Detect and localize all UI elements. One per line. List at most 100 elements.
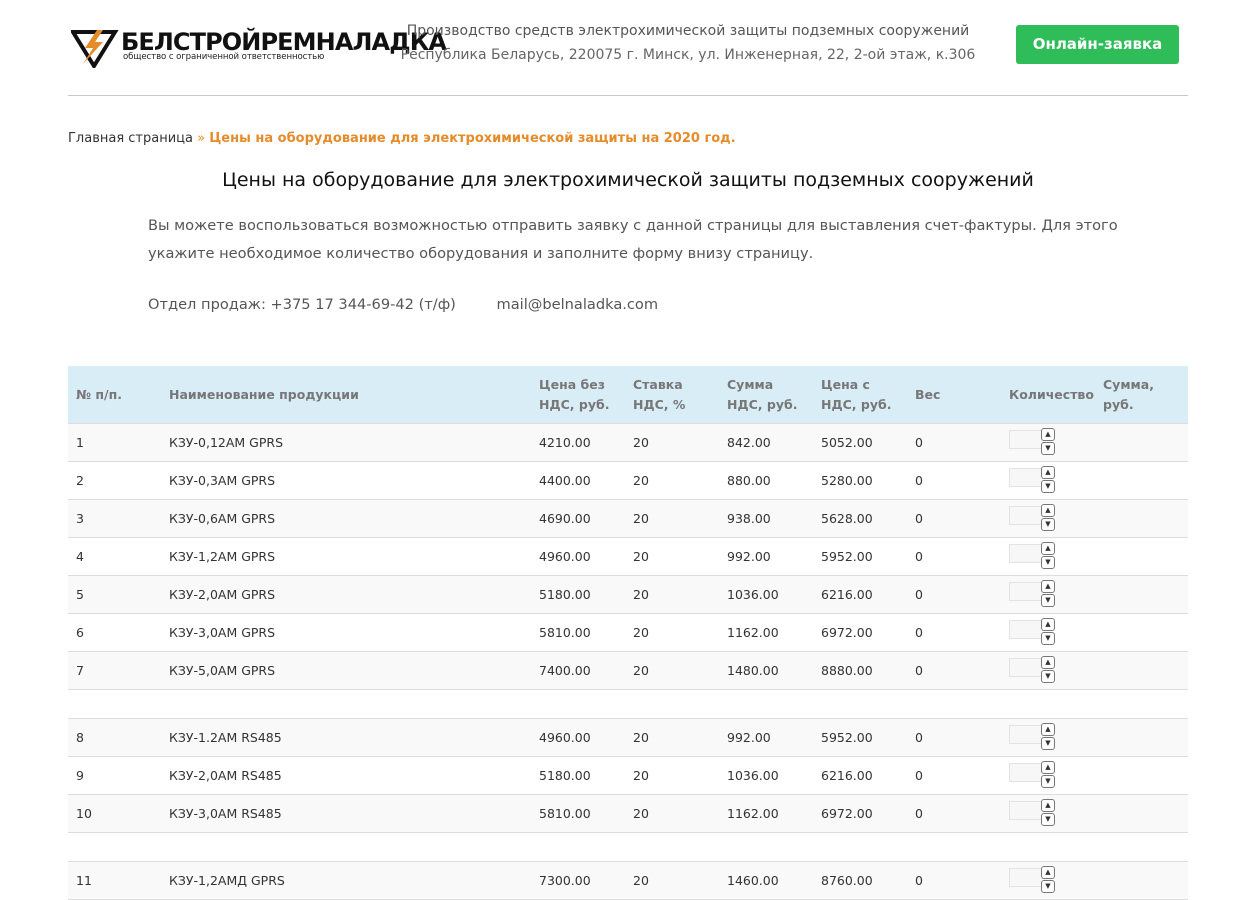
quantity-stepper[interactable]: ▲ ▼ (1009, 618, 1055, 645)
lightning-shield-icon (71, 30, 119, 68)
spacer-cell (68, 832, 1188, 862)
quantity-cell: ▲ ▼ (1001, 537, 1095, 576)
vat-sum-cell: 842.00 (719, 423, 813, 462)
quantity-input[interactable] (1009, 620, 1041, 639)
quantity-spinner[interactable]: ▲ ▼ (1041, 723, 1055, 750)
increment-arrow-icon[interactable]: ▲ (1041, 656, 1055, 669)
decrement-arrow-icon[interactable]: ▼ (1041, 813, 1055, 826)
product-name: КЗУ-1.2АМ RS485 (161, 718, 531, 757)
total-cell (1095, 537, 1188, 576)
decrement-arrow-icon[interactable]: ▼ (1041, 632, 1055, 645)
quantity-stepper[interactable]: ▲ ▼ (1009, 799, 1055, 826)
col-header-vat-sum: Сумма НДС, руб. (719, 366, 813, 424)
quantity-input[interactable] (1009, 582, 1041, 601)
quantity-cell: ▲ ▼ (1001, 461, 1095, 500)
quantity-stepper[interactable]: ▲ ▼ (1009, 656, 1055, 683)
company-logo[interactable]: БЕЛСТРОЙРЕМНАЛАДКА общество с ограниченн… (71, 26, 447, 68)
increment-arrow-icon[interactable]: ▲ (1041, 542, 1055, 555)
decrement-arrow-icon[interactable]: ▼ (1041, 775, 1055, 788)
increment-arrow-icon[interactable]: ▲ (1041, 723, 1055, 736)
quantity-spinner[interactable]: ▲ ▼ (1041, 580, 1055, 607)
increment-arrow-icon[interactable]: ▲ (1041, 466, 1055, 479)
increment-arrow-icon[interactable]: ▲ (1041, 761, 1055, 774)
price-vat-cell: 5952.00 (813, 718, 907, 757)
col-header-price: Цена без НДС, руб. (531, 366, 625, 424)
quantity-spinner[interactable]: ▲ ▼ (1041, 542, 1055, 569)
page-title: Цены на оборудование для электрохимическ… (222, 169, 1034, 191)
quantity-spinner[interactable]: ▲ ▼ (1041, 618, 1055, 645)
weight-cell: 0 (907, 718, 1001, 757)
quantity-spinner[interactable]: ▲ ▼ (1041, 761, 1055, 788)
price-cell: 5810.00 (531, 613, 625, 652)
table-header-row: № п/п. Наименование продукции Цена без Н… (68, 366, 1188, 424)
quantity-input[interactable] (1009, 658, 1041, 677)
table-row: 9 КЗУ-2,0АМ RS485 5180.00 20 1036.00 6216.00 0… (68, 756, 1188, 795)
price-cell: 7400.00 (531, 651, 625, 690)
quantity-spinner[interactable]: ▲ ▼ (1041, 504, 1055, 531)
quantity-input[interactable] (1009, 468, 1041, 487)
quantity-stepper[interactable]: ▲ ▼ (1009, 504, 1055, 531)
decrement-arrow-icon[interactable]: ▼ (1041, 670, 1055, 683)
quantity-spinner[interactable]: ▲ ▼ (1041, 466, 1055, 493)
vat-sum-cell: 1480.00 (719, 651, 813, 690)
quantity-spinner[interactable]: ▲ ▼ (1041, 866, 1055, 893)
quantity-spinner[interactable]: ▲ ▼ (1041, 799, 1055, 826)
quantity-cell: ▲ ▼ (1001, 499, 1095, 538)
breadcrumb: Главная страница » Цены на оборудование … (68, 131, 736, 146)
weight-cell: 0 (907, 756, 1001, 795)
quantity-cell: ▲ ▼ (1001, 756, 1095, 795)
product-name: КЗУ-2,0АМ GPRS (161, 575, 531, 614)
weight-cell: 0 (907, 537, 1001, 576)
increment-arrow-icon[interactable]: ▲ (1041, 618, 1055, 631)
breadcrumb-separator: » (197, 131, 206, 146)
decrement-arrow-icon[interactable]: ▼ (1041, 880, 1055, 893)
total-cell (1095, 423, 1188, 462)
increment-arrow-icon[interactable]: ▲ (1041, 580, 1055, 593)
quantity-stepper[interactable]: ▲ ▼ (1009, 580, 1055, 607)
decrement-arrow-icon[interactable]: ▼ (1041, 556, 1055, 569)
quantity-stepper[interactable]: ▲ ▼ (1009, 723, 1055, 750)
product-name: КЗУ-0,12АМ GPRS (161, 423, 531, 462)
col-header-vat-rate: Ставка НДС, % (625, 366, 719, 424)
quantity-input[interactable] (1009, 506, 1041, 525)
quantity-stepper[interactable]: ▲ ▼ (1009, 428, 1055, 455)
decrement-arrow-icon[interactable]: ▼ (1041, 594, 1055, 607)
spacer-cell (68, 689, 1188, 719)
row-number: 2 (68, 461, 161, 500)
online-order-button[interactable]: Онлайн-заявка (1016, 25, 1179, 64)
quantity-input[interactable] (1009, 430, 1041, 449)
weight-cell: 0 (907, 794, 1001, 833)
increment-arrow-icon[interactable]: ▲ (1041, 866, 1055, 879)
quantity-cell: ▲ ▼ (1001, 861, 1095, 900)
quantity-stepper[interactable]: ▲ ▼ (1009, 761, 1055, 788)
quantity-input[interactable] (1009, 725, 1041, 744)
row-number: 9 (68, 756, 161, 795)
quantity-stepper[interactable]: ▲ ▼ (1009, 866, 1055, 893)
quantity-input[interactable] (1009, 763, 1041, 782)
quantity-spinner[interactable]: ▲ ▼ (1041, 428, 1055, 455)
product-name: КЗУ-5,0АМ GPRS (161, 651, 531, 690)
table-row: 2 КЗУ-0,3АМ GPRS 4400.00 20 880.00 5280.00 0 ▲ ▼ (68, 461, 1188, 500)
table-row: 3 КЗУ-0,6АМ GPRS 4690.00 20 938.00 5628.00 0 ▲ ▼ (68, 499, 1188, 538)
increment-arrow-icon[interactable]: ▲ (1041, 428, 1055, 441)
decrement-arrow-icon[interactable]: ▼ (1041, 737, 1055, 750)
sales-email[interactable]: mail@belnaladka.com (497, 296, 659, 313)
sales-contacts: Отдел продаж: +375 17 344-69-42 (т/ф) ma… (148, 296, 658, 313)
quantity-input[interactable] (1009, 544, 1041, 563)
breadcrumb-home-link[interactable]: Главная страница (68, 131, 193, 146)
total-cell (1095, 756, 1188, 795)
quantity-input[interactable] (1009, 801, 1041, 820)
quantity-stepper[interactable]: ▲ ▼ (1009, 542, 1055, 569)
decrement-arrow-icon[interactable]: ▼ (1041, 442, 1055, 455)
col-header-number: № п/п. (68, 366, 161, 424)
increment-arrow-icon[interactable]: ▲ (1041, 799, 1055, 812)
decrement-arrow-icon[interactable]: ▼ (1041, 518, 1055, 531)
row-number: 1 (68, 423, 161, 462)
quantity-spinner[interactable]: ▲ ▼ (1041, 656, 1055, 683)
increment-arrow-icon[interactable]: ▲ (1041, 504, 1055, 517)
price-cell: 5180.00 (531, 756, 625, 795)
decrement-arrow-icon[interactable]: ▼ (1041, 480, 1055, 493)
row-number: 4 (68, 537, 161, 576)
quantity-input[interactable] (1009, 868, 1041, 887)
quantity-stepper[interactable]: ▲ ▼ (1009, 466, 1055, 493)
